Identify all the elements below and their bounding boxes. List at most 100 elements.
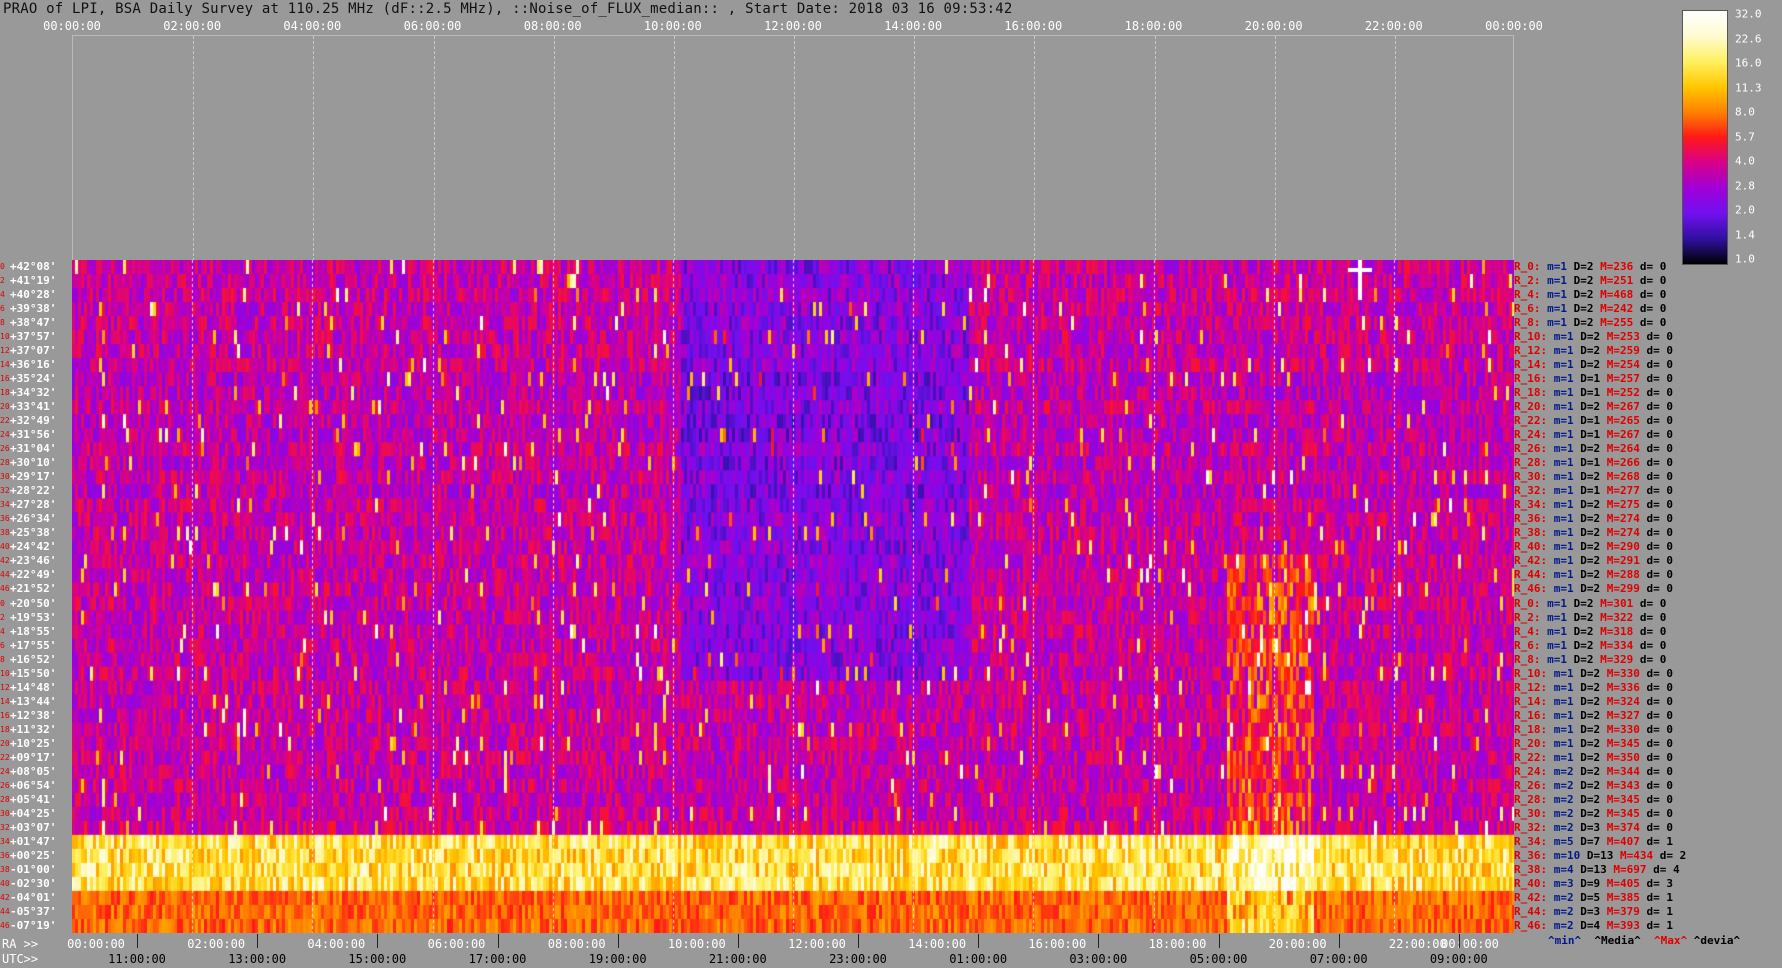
stat-r: R_10: bbox=[1514, 666, 1548, 680]
ray-index: 8 bbox=[0, 654, 5, 664]
stat-r: R_14: bbox=[1514, 358, 1548, 372]
stat-M: 334 bbox=[1613, 638, 1634, 652]
stat-m: 1 bbox=[1567, 736, 1574, 750]
stat-m: 2 bbox=[1567, 918, 1574, 932]
legend-devia: ^devia^ bbox=[1693, 934, 1741, 947]
dec-row-label: 28 +05°41' bbox=[0, 793, 56, 807]
stat-m: 1 bbox=[1560, 274, 1567, 288]
stat-m: 1 bbox=[1567, 722, 1574, 736]
stat-m: 1 bbox=[1567, 344, 1574, 358]
ray-stats-row: R_28: m=2 D=2 M=345 d= 0 bbox=[1514, 792, 1673, 806]
grid-line bbox=[193, 36, 195, 261]
stat-M: 266 bbox=[1620, 456, 1640, 470]
bottom-ra-tick: 12:00:00 bbox=[788, 937, 846, 951]
ray-stats-row: R_42: m=1 D=2 M=291 d= 0 bbox=[1514, 554, 1673, 568]
declination-value: -04°01' bbox=[10, 890, 57, 904]
stat-M: 274 bbox=[1620, 512, 1640, 526]
dec-row-label: 6 +17°55' bbox=[0, 639, 56, 653]
utc-tick-mark bbox=[858, 934, 859, 948]
utc-tick: 05:00:00 bbox=[1189, 952, 1248, 966]
utc-tick-mark bbox=[137, 934, 138, 948]
ray-stats-row: R_44: m=1 D=2 M=288 d= 0 bbox=[1514, 568, 1673, 582]
legend-max: ^Max^ bbox=[1653, 934, 1688, 947]
stat-m: 1 bbox=[1567, 708, 1574, 722]
declination-value: +15°50' bbox=[10, 666, 57, 680]
declination-value: +01°47' bbox=[10, 834, 57, 848]
ray-index: 36 bbox=[0, 514, 10, 524]
stat-m: 1 bbox=[1567, 526, 1574, 540]
top-tick-label: 02:00:00 bbox=[163, 19, 222, 33]
stat-m: 1 bbox=[1567, 554, 1574, 568]
stat-r: R_28: bbox=[1514, 456, 1548, 470]
dec-row-label: 44 +22°49' bbox=[0, 568, 56, 582]
stat-r: R_38: bbox=[1514, 862, 1548, 876]
ray-index: 42 bbox=[0, 556, 10, 566]
spectrogram-heatmap[interactable] bbox=[72, 260, 1514, 933]
utc-tick: 23:00:00 bbox=[829, 952, 887, 966]
declination-value: +33°41' bbox=[10, 400, 57, 414]
dec-row-label: 22 +32°49' bbox=[0, 414, 56, 428]
ray-stats-row: R_14: m=1 D=2 M=254 d= 0 bbox=[1514, 358, 1673, 372]
ray-stats-row: R_22: m=1 D=1 M=265 d= 0 bbox=[1514, 414, 1673, 428]
grid-line bbox=[794, 36, 795, 261]
stat-r: R_30: bbox=[1514, 806, 1548, 820]
stat-M: 242 bbox=[1613, 302, 1634, 316]
stat-: 2 bbox=[1679, 848, 1687, 862]
bottom-ra-tick: 16:00:00 bbox=[1028, 937, 1087, 951]
stat-M: 265 bbox=[1620, 414, 1640, 428]
stat-m: 1 bbox=[1567, 750, 1574, 764]
dec-row-label: 40 -02°30' bbox=[0, 877, 56, 891]
colorbar-tick: 22.6 bbox=[1735, 32, 1762, 45]
stat-r: R_18: bbox=[1514, 386, 1548, 400]
stat-r: R_24: bbox=[1514, 428, 1548, 442]
dec-row-label: 42 +23°46' bbox=[0, 554, 56, 568]
declination-value: +10°25' bbox=[10, 736, 57, 750]
stat-m: 1 bbox=[1567, 484, 1574, 498]
ray-index: 46 bbox=[0, 920, 10, 930]
stat-m: 2 bbox=[1567, 806, 1574, 820]
dec-row-label: 38 +25°38' bbox=[0, 526, 56, 540]
top-tick-label: 06:00:00 bbox=[403, 19, 462, 33]
stat-: 0 bbox=[1659, 624, 1667, 638]
ray-stats-row: R_24: m=2 D=2 M=344 d= 0 bbox=[1514, 764, 1673, 778]
utc-tick: 07:00:00 bbox=[1309, 952, 1368, 966]
stat-m: 10 bbox=[1567, 848, 1581, 862]
ray-index: 22 bbox=[0, 752, 10, 762]
stat-: 0 bbox=[1666, 722, 1673, 736]
stat-M: 301 bbox=[1613, 596, 1634, 610]
legend-min: ^min^ bbox=[1548, 934, 1582, 947]
upper-plot-area bbox=[72, 35, 1514, 261]
stat-r: R_18: bbox=[1514, 722, 1548, 736]
stat-r: R_30: bbox=[1514, 470, 1548, 484]
ray-index: 40 bbox=[0, 542, 10, 552]
declination-value: +40°28' bbox=[10, 288, 57, 302]
top-tick-label: 18:00:00 bbox=[1124, 19, 1183, 33]
ray-index: 14 bbox=[0, 696, 10, 706]
stat-: 1 bbox=[1666, 918, 1673, 932]
ray-index: 4 bbox=[0, 626, 5, 636]
stat-m: 1 bbox=[1567, 470, 1574, 484]
declination-value: +18°55' bbox=[10, 624, 57, 638]
utc-tick-mark bbox=[617, 934, 619, 948]
ray-stats-row: R_26: m=1 D=2 M=264 d= 0 bbox=[1514, 442, 1673, 456]
top-tick-label: 20:00:00 bbox=[1244, 19, 1303, 33]
declination-value: +28°22' bbox=[10, 484, 57, 498]
stat-r: R_42: bbox=[1514, 890, 1548, 904]
stat-m: 1 bbox=[1560, 260, 1567, 273]
dec-row-label: 12 +37°07' bbox=[0, 344, 56, 358]
stat-r: R_36: bbox=[1514, 848, 1548, 862]
chart-title: PRAO of LPI, BSA Daily Survey at 110.25 … bbox=[3, 1, 1013, 17]
stat-m: 1 bbox=[1560, 638, 1567, 652]
stat-m: 1 bbox=[1567, 582, 1574, 596]
stat-r: R_44: bbox=[1514, 568, 1548, 582]
ray-index: 4 bbox=[0, 290, 5, 300]
stat-: 13 bbox=[1600, 848, 1614, 862]
stat-r: R_22: bbox=[1514, 414, 1548, 428]
utc-tick-mark bbox=[377, 934, 379, 948]
stat-: 0 bbox=[1666, 540, 1673, 554]
stat-r: R_14: bbox=[1514, 694, 1548, 708]
ray-index: 20 bbox=[0, 738, 10, 748]
dec-row-label: 14 +13°44' bbox=[0, 695, 56, 709]
ray-stats-row: R_30: m=2 D=2 M=345 d= 0 bbox=[1514, 806, 1673, 820]
colorbar-tick: 2.0 bbox=[1735, 203, 1755, 217]
